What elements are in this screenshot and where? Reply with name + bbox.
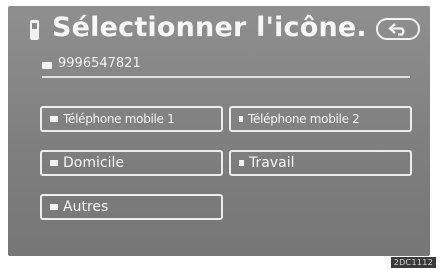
phone-number: 9996547821 (58, 56, 141, 71)
button-label: Téléphone mobile 1 (63, 112, 175, 126)
selection-screen: Sélectionner l'icône. 9996547821 Télépho… (8, 6, 430, 256)
page-title: Sélectionner l'icône. (52, 12, 367, 43)
other-icon (50, 204, 58, 210)
work-button[interactable]: Travail (229, 150, 412, 176)
other-button[interactable]: Autres (40, 194, 223, 220)
home-button[interactable]: Domicile (40, 150, 223, 176)
mobile-phone-icon (30, 20, 39, 40)
mobile-1-button[interactable]: Téléphone mobile 1 (40, 106, 223, 132)
home-icon (50, 160, 58, 166)
button-label: Téléphone mobile 2 (248, 112, 360, 126)
divider (42, 76, 410, 78)
button-label: Autres (63, 199, 109, 215)
mobile-2-button[interactable]: Téléphone mobile 2 (229, 106, 412, 132)
button-label: Travail (249, 155, 295, 171)
phone-number-icon (42, 62, 52, 69)
figure-code: 2DC1112 (390, 257, 436, 268)
work-icon (239, 160, 244, 166)
return-arrow-icon (388, 23, 405, 36)
back-button[interactable] (376, 18, 420, 40)
mobile-phone-icon (239, 116, 243, 122)
button-label: Domicile (63, 155, 124, 171)
mobile-phone-icon (50, 116, 58, 122)
